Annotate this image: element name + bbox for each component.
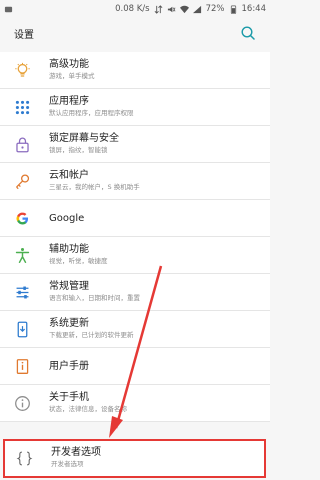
sliders-icon xyxy=(16,286,29,299)
braces-icon xyxy=(16,451,33,466)
item-subtitle: 三星云，我的帐户，S 换机助手 xyxy=(49,183,140,191)
wifi-icon xyxy=(179,5,189,13)
data-transfer-icon xyxy=(154,4,163,14)
item-subtitle: 下载更新，已计划的软件更新 xyxy=(49,331,134,339)
item-subtitle: 游戏，单手模式 xyxy=(49,72,95,80)
lock-icon xyxy=(16,137,29,153)
developer-options-row[interactable]: 开发者选项 开发者选项 xyxy=(5,441,264,476)
item-subtitle: 视觉，听觉，敏捷度 xyxy=(49,257,108,265)
settings-item-apps[interactable]: 应用程序 默认应用程序，应用程序权限 xyxy=(0,89,270,126)
settings-item-system-update[interactable]: 系统更新 下载更新，已计划的软件更新 xyxy=(0,311,270,348)
settings-item-developer-options[interactable]: 开发者选项 开发者选项 xyxy=(3,439,266,478)
item-subtitle: 默认应用程序，应用程序权限 xyxy=(49,109,134,117)
item-subtitle: 状态，法律信息，设备名称 xyxy=(49,405,127,413)
status-right: 0.08 K/s 72% 16:44 xyxy=(115,4,266,14)
settings-item-about-phone[interactable]: 关于手机 状态，法律信息，设备名称 xyxy=(0,385,270,422)
item-title: 辅助功能 xyxy=(49,244,89,255)
item-subtitle: 锁屏，指纹，智能锁 xyxy=(49,146,108,154)
network-speed: 0.08 K/s xyxy=(115,4,150,14)
user-manual-icon xyxy=(16,359,29,374)
app-bar: 设置 xyxy=(0,18,270,48)
page-title: 设置 xyxy=(14,29,34,41)
item-subtitle: 开发者选项 xyxy=(51,460,84,468)
item-title: 应用程序 xyxy=(49,96,89,107)
item-title: Google xyxy=(49,213,85,224)
settings-item-google[interactable]: Google xyxy=(0,200,270,237)
google-g-icon xyxy=(16,212,29,225)
settings-list: 高级功能 游戏，单手模式 应用程序 默认应用程序，应用程序权限 锁定屏幕与安全 … xyxy=(0,52,270,422)
item-title: 开发者选项 xyxy=(51,447,101,458)
item-title: 高级功能 xyxy=(49,59,89,70)
item-title: 云和帐户 xyxy=(49,170,89,181)
clock: 16:44 xyxy=(241,4,267,14)
battery-percent: 72% xyxy=(205,4,225,14)
settings-item-general-management[interactable]: 常规管理 语言和输入，日期和时间，重置 xyxy=(0,274,270,311)
apps-grid-icon xyxy=(15,100,30,115)
mute-icon xyxy=(167,6,176,12)
info-icon xyxy=(15,396,30,411)
notification-icon xyxy=(4,6,13,12)
status-bar: 0.08 K/s 72% 16:44 xyxy=(0,0,270,18)
item-subtitle: 语言和输入，日期和时间，重置 xyxy=(49,294,140,302)
search-icon[interactable] xyxy=(240,25,256,41)
system-update-icon xyxy=(17,321,28,338)
status-left xyxy=(4,5,13,14)
settings-item-accessibility[interactable]: 辅助功能 视觉，听觉，敏捷度 xyxy=(0,237,270,274)
key-icon xyxy=(16,174,30,190)
item-title: 常规管理 xyxy=(49,281,89,292)
battery-icon xyxy=(230,5,236,14)
item-title: 关于手机 xyxy=(49,392,89,403)
signal-icon xyxy=(192,5,201,13)
accessibility-icon xyxy=(15,248,30,264)
settings-item-cloud-accounts[interactable]: 云和帐户 三星云，我的帐户，S 换机助手 xyxy=(0,163,270,200)
item-title: 系统更新 xyxy=(49,318,89,329)
lightbulb-icon xyxy=(15,62,30,77)
settings-item-lock-screen-security[interactable]: 锁定屏幕与安全 锁屏，指纹，智能锁 xyxy=(0,126,270,163)
settings-item-advanced-features[interactable]: 高级功能 游戏，单手模式 xyxy=(0,52,270,89)
item-title: 用户手册 xyxy=(49,361,89,372)
item-title: 锁定屏幕与安全 xyxy=(49,133,119,144)
settings-item-user-manual[interactable]: 用户手册 xyxy=(0,348,270,385)
